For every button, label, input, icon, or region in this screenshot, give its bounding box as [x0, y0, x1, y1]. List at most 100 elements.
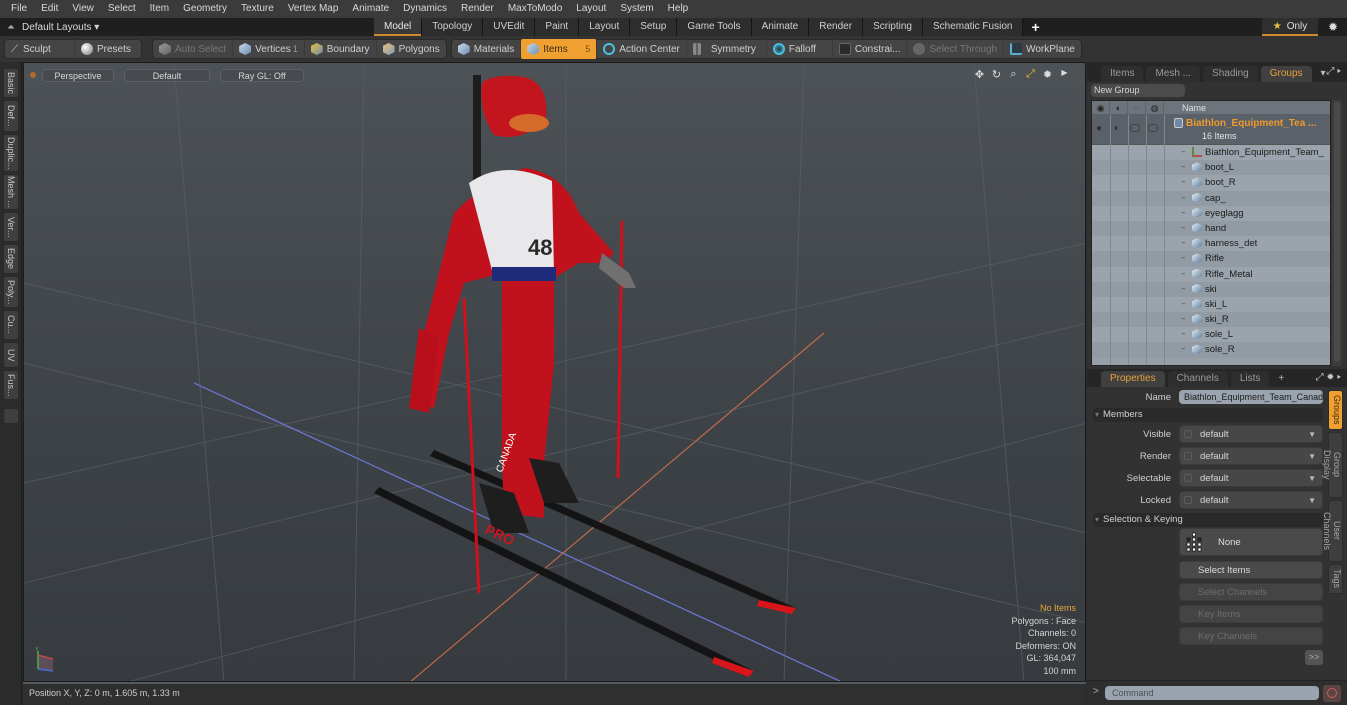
- workplane-button[interactable]: WorkPlane: [1004, 39, 1081, 59]
- menu-geometry[interactable]: Geometry: [176, 0, 234, 18]
- select-channels-button[interactable]: Select Channels: [1179, 583, 1323, 601]
- scrollbar-thumb[interactable]: [1334, 102, 1340, 362]
- tab-mesh[interactable]: Mesh ...: [1146, 66, 1201, 82]
- left-tab-curve[interactable]: Cu...: [3, 310, 19, 340]
- vertices-button[interactable]: Vertices 1: [233, 39, 305, 59]
- side-tab-user-channels[interactable]: User Channels: [1322, 500, 1343, 562]
- menu-view[interactable]: View: [65, 0, 101, 18]
- render-select[interactable]: default ▼: [1179, 447, 1323, 465]
- falloff-button[interactable]: Falloff: [767, 39, 833, 59]
- left-tab-deform[interactable]: Def...: [3, 100, 19, 132]
- group-lock-toggle[interactable]: [1130, 124, 1140, 132]
- left-tab-vertex[interactable]: Ver...: [3, 212, 19, 242]
- tab-game-tools[interactable]: Game Tools: [677, 18, 752, 36]
- command-input[interactable]: Command: [1105, 686, 1319, 700]
- select-items-button[interactable]: Select Items: [1179, 561, 1323, 579]
- menu-render[interactable]: Render: [454, 0, 501, 18]
- menu-file[interactable]: File: [4, 0, 34, 18]
- viewport-menu-arrow-icon[interactable]: ▶: [1058, 68, 1071, 81]
- tab-properties[interactable]: Properties: [1101, 371, 1165, 387]
- 3d-viewport[interactable]: 48 CANADA PRO Perspective Default Ray GL…: [23, 62, 1086, 682]
- locked-select[interactable]: default ▼: [1179, 491, 1323, 509]
- visible-select[interactable]: default ▼: [1179, 425, 1323, 443]
- name-column-header[interactable]: Name: [1172, 103, 1206, 113]
- collapse-up-icon[interactable]: ⏶: [0, 22, 22, 33]
- side-tab-groups[interactable]: Groups: [1328, 390, 1343, 430]
- boundary-button[interactable]: Boundary: [305, 39, 377, 59]
- presets-button[interactable]: Presets: [75, 39, 137, 59]
- action-center-button[interactable]: Action Center: [597, 39, 687, 59]
- menu-animate[interactable]: Animate: [345, 0, 396, 18]
- maximize-icon[interactable]: ⤢: [1024, 68, 1037, 81]
- tab-scripting[interactable]: Scripting: [863, 18, 923, 36]
- more-button[interactable]: >>: [1305, 650, 1323, 665]
- key-channels-button[interactable]: Key Channels: [1179, 627, 1323, 645]
- materials-button[interactable]: Materials: [452, 39, 522, 59]
- only-toggle[interactable]: ★ Only: [1262, 18, 1318, 36]
- perspective-dropdown[interactable]: Perspective: [42, 68, 114, 82]
- tab-schematic-fusion[interactable]: Schematic Fusion: [922, 18, 1024, 36]
- pan-icon[interactable]: ✥: [973, 68, 986, 81]
- lock-column-icon[interactable]: ◌: [1128, 101, 1146, 115]
- auto-select-button[interactable]: Auto Select: [153, 39, 234, 59]
- visibility-column-icon[interactable]: ◉: [1092, 101, 1110, 115]
- group-visible-icon[interactable]: ●: [1096, 123, 1102, 134]
- tab-paint[interactable]: Paint: [535, 18, 580, 36]
- render-column-icon[interactable]: ◐: [1110, 101, 1128, 115]
- groups-scrollbar[interactable]: [1332, 100, 1342, 366]
- tab-groups[interactable]: Groups: [1260, 66, 1312, 82]
- tab-render[interactable]: Render: [809, 18, 864, 36]
- select-through-button[interactable]: Select Through: [907, 39, 1005, 59]
- tab-lists[interactable]: Lists: [1230, 371, 1270, 387]
- group-render-icon[interactable]: ◐: [1114, 123, 1120, 134]
- items-button[interactable]: Items 5: [521, 39, 598, 59]
- key-items-button[interactable]: Key Items: [1179, 605, 1323, 623]
- raygl-dropdown[interactable]: Ray GL: Off: [220, 68, 304, 82]
- none-button[interactable]: None: [1179, 528, 1323, 556]
- tab-animate[interactable]: Animate: [751, 18, 810, 36]
- menu-select[interactable]: Select: [101, 0, 143, 18]
- symmetry-button[interactable]: Symmetry: [687, 39, 767, 59]
- viewport-status-dot[interactable]: [30, 72, 36, 78]
- selectable-select[interactable]: default ▼: [1179, 469, 1323, 487]
- tab-layout[interactable]: Layout: [579, 18, 631, 36]
- tab-model[interactable]: Model: [374, 18, 423, 36]
- left-tab-uv[interactable]: UV: [3, 342, 19, 368]
- left-tab-duplicate[interactable]: Duplic...: [3, 134, 19, 172]
- tab-setup[interactable]: Setup: [630, 18, 678, 36]
- default-layouts-dropdown[interactable]: Default Layouts ▾: [22, 22, 372, 33]
- menu-layout[interactable]: Layout: [569, 0, 613, 18]
- name-field[interactable]: Biathlon_Equipment_Team_Canada: [1179, 390, 1323, 404]
- group-name[interactable]: Biathlon_Equipment_Tea ...: [1186, 118, 1316, 129]
- polygons-button[interactable]: Polygons: [377, 39, 446, 59]
- shading-dropdown[interactable]: Default: [124, 68, 210, 82]
- menu-maxtomodo[interactable]: MaxToModo: [501, 0, 569, 18]
- properties-options-icon[interactable]: ⤢ ✹ ▸: [1316, 372, 1341, 383]
- menu-item[interactable]: Item: [143, 0, 176, 18]
- tab-topology[interactable]: Topology: [422, 18, 484, 36]
- constraints-button[interactable]: Constrai...: [833, 39, 908, 59]
- select-column-icon[interactable]: ◍: [1146, 101, 1164, 115]
- side-tab-group-display[interactable]: Group Display: [1322, 432, 1343, 498]
- tab-uvedit[interactable]: UVEdit: [483, 18, 536, 36]
- left-tab-basic[interactable]: Basic: [3, 68, 19, 98]
- members-section-header[interactable]: Members: [1093, 408, 1323, 422]
- menu-vertex-map[interactable]: Vertex Map: [281, 0, 346, 18]
- record-macro-icon[interactable]: [1323, 685, 1341, 702]
- zoom-icon[interactable]: ⌕: [1007, 68, 1020, 81]
- menu-texture[interactable]: Texture: [234, 0, 281, 18]
- viewport-gear-icon[interactable]: ✹: [1041, 68, 1054, 81]
- left-tab-polygon[interactable]: Poly...: [3, 276, 19, 308]
- menu-dynamics[interactable]: Dynamics: [396, 0, 454, 18]
- add-tab-button[interactable]: +: [1023, 18, 1047, 36]
- gear-icon[interactable]: ✹: [1324, 18, 1342, 36]
- new-group-button[interactable]: New Group: [1091, 84, 1185, 97]
- menu-system[interactable]: System: [613, 0, 660, 18]
- menu-help[interactable]: Help: [661, 0, 696, 18]
- left-tab-mesh[interactable]: Mesh ...: [3, 174, 19, 210]
- rotate-icon[interactable]: ↻: [990, 68, 1003, 81]
- left-tab-fusion[interactable]: Fus...: [3, 370, 19, 400]
- side-tab-tags[interactable]: Tags: [1328, 564, 1343, 594]
- expand-panel-icon[interactable]: ⤢ ▸: [1326, 66, 1341, 77]
- menu-edit[interactable]: Edit: [34, 0, 65, 18]
